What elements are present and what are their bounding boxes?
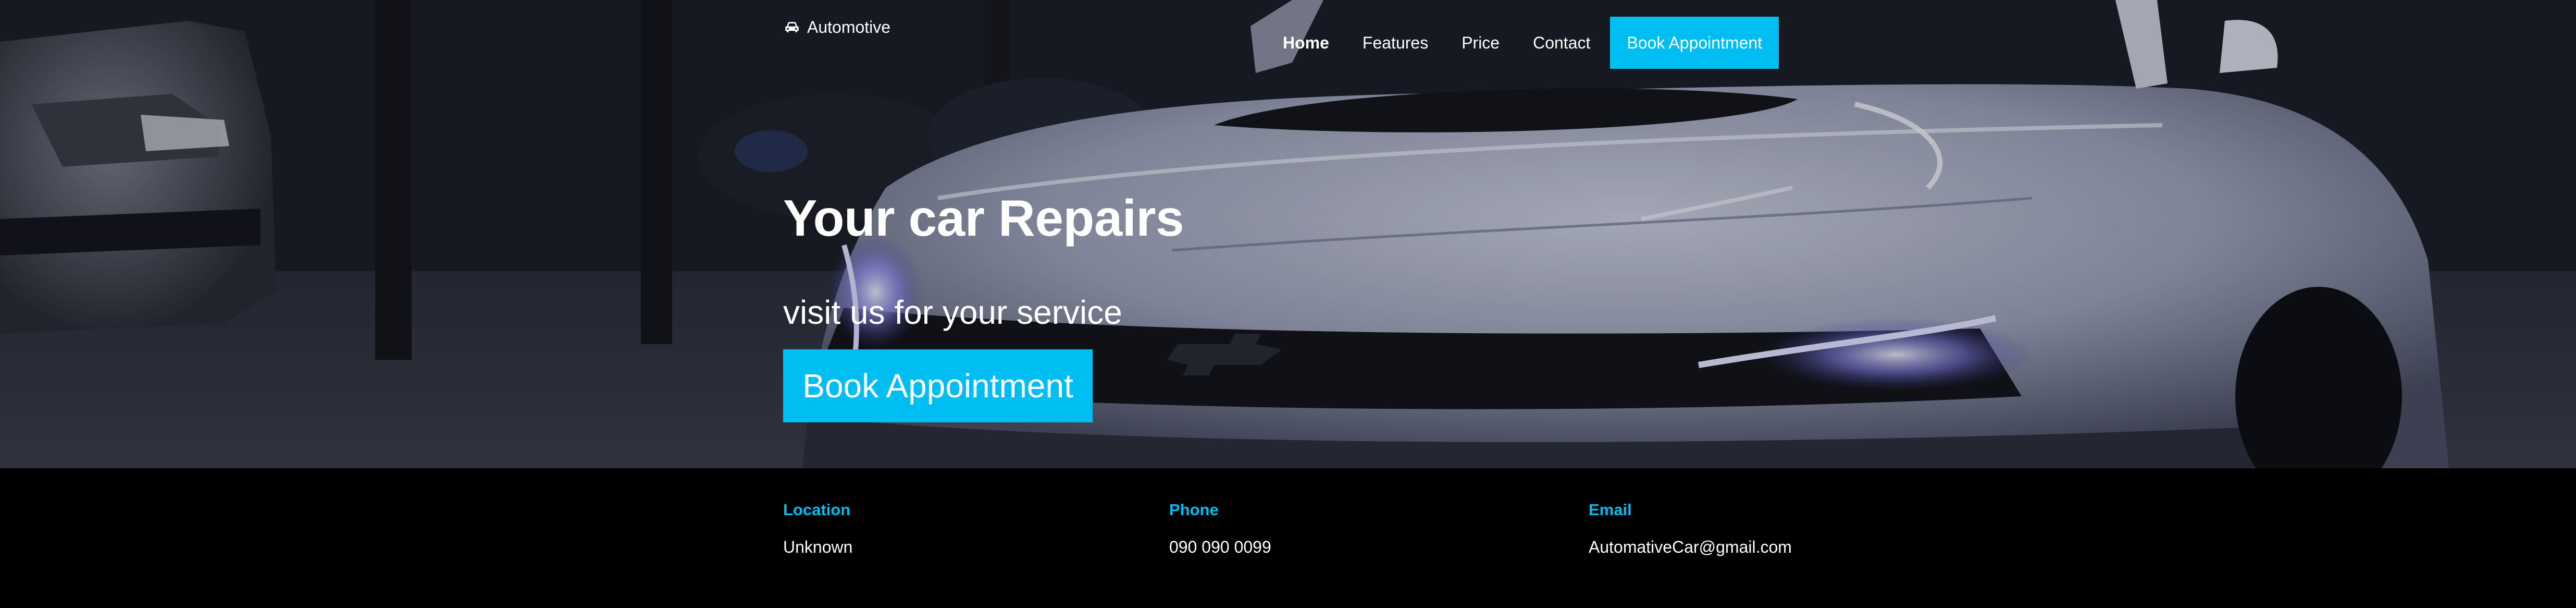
hero-section: Automotive Home Features Price Contact B… — [0, 0, 2576, 468]
nav-link-price[interactable]: Price — [1445, 17, 1516, 69]
page: Automotive Home Features Price Contact B… — [0, 0, 2576, 608]
contact-info-bar: Location Unknown Phone 090 090 0099 Emai… — [0, 468, 2576, 608]
nav-link-home[interactable]: Home — [1266, 17, 1346, 69]
hero-subtitle: visit us for your service — [783, 294, 1122, 331]
phone-label: Phone — [1169, 501, 1219, 519]
email-label: Email — [1589, 501, 1632, 519]
main-nav: Home Features Price Contact Book Appoint… — [1266, 17, 1779, 69]
info-email: Email AutomativeCar@gmail.com — [1589, 501, 1792, 557]
nav-link-features[interactable]: Features — [1346, 17, 1445, 69]
nav-link-contact[interactable]: Contact — [1516, 17, 1607, 69]
hero-book-appointment-button[interactable]: Book Appointment — [783, 349, 1093, 422]
brand-logo[interactable]: Automotive — [783, 16, 890, 39]
info-location: Location Unknown — [783, 501, 852, 557]
phone-value[interactable]: 090 090 0099 — [1169, 538, 1271, 557]
email-value[interactable]: AutomativeCar@gmail.com — [1589, 538, 1792, 557]
hero-title: Your car Repairs — [783, 189, 1184, 247]
location-value: Unknown — [783, 538, 853, 556]
hero-background-car-image — [0, 0, 2576, 468]
car-icon — [785, 22, 799, 32]
nav-book-appointment-button[interactable]: Book Appointment — [1610, 17, 1779, 69]
brand-name: Automotive — [807, 17, 891, 37]
location-label: Location — [783, 501, 851, 519]
info-phone: Phone 090 090 0099 — [1169, 501, 1271, 557]
